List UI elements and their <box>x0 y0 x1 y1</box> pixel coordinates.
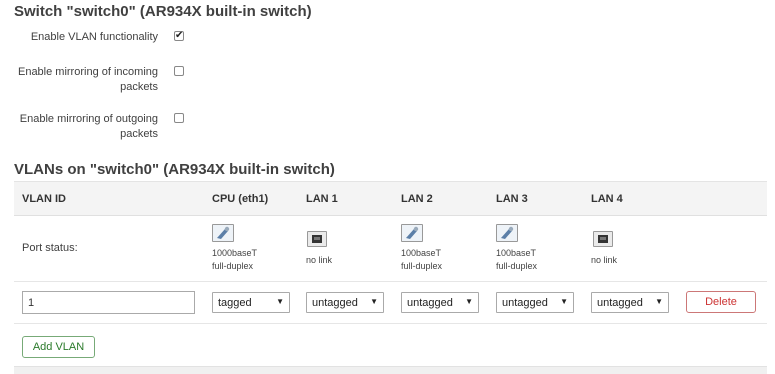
cpu-port-duplex: full-duplex <box>212 261 254 271</box>
header-cpu: CPU (eth1) <box>212 193 269 205</box>
header-vlan-id: VLAN ID <box>22 193 66 205</box>
lan3-port-speed: 100baseT <box>496 248 537 258</box>
lan1-vlan-select-value: untagged <box>312 297 358 309</box>
cpu-port-speed: 1000baseT <box>212 248 258 258</box>
lan4-vlan-select[interactable]: untagged ▼ <box>591 292 669 313</box>
chevron-down-icon: ▼ <box>276 297 284 306</box>
mirror-outgoing-checkbox[interactable] <box>174 113 184 123</box>
chevron-down-icon: ▼ <box>655 297 663 306</box>
add-vlan-button[interactable]: Add VLAN <box>22 336 95 358</box>
vlan-table-header <box>14 181 767 216</box>
mirror-outgoing-label: Enable mirroring of outgoing packets <box>19 113 158 140</box>
port-nolink-icon <box>307 231 327 247</box>
row-divider <box>14 281 767 282</box>
lan2-vlan-select[interactable]: untagged ▼ <box>401 292 479 313</box>
chevron-down-icon: ▼ <box>370 297 378 306</box>
lan1-port-status: no link <box>306 255 333 265</box>
lan3-vlan-select-value: untagged <box>502 297 548 309</box>
port-status-label: Port status: <box>22 242 78 254</box>
lan3-vlan-select[interactable]: untagged ▼ <box>496 292 574 313</box>
lan4-vlan-select-value: untagged <box>597 297 643 309</box>
delete-vlan-button[interactable]: Delete <box>686 291 756 313</box>
lan4-port-status: no link <box>591 255 618 265</box>
header-lan3: LAN 3 <box>496 193 528 205</box>
chevron-down-icon: ▼ <box>560 297 568 306</box>
cpu-vlan-select-value: tagged <box>218 297 252 309</box>
cpu-vlan-select[interactable]: tagged ▼ <box>212 292 290 313</box>
switch-section-title: Switch "switch0" (AR934X built-in switch… <box>14 3 312 20</box>
vlans-section-title: VLANs on "switch0" (AR934X built-in swit… <box>14 161 335 178</box>
header-lan2: LAN 2 <box>401 193 433 205</box>
lan3-port-duplex: full-duplex <box>496 261 538 271</box>
enable-vlan-label: Enable VLAN functionality <box>30 31 158 43</box>
mirror-incoming-label: Enable mirroring of incoming packets <box>17 66 158 93</box>
header-lan1: LAN 1 <box>306 193 338 205</box>
port-connected-icon <box>401 224 423 242</box>
lan2-port-duplex: full-duplex <box>401 261 443 271</box>
lan2-port-speed: 100baseT <box>401 248 442 258</box>
vlan-id-input[interactable]: 1 <box>22 291 195 314</box>
lan2-vlan-select-value: untagged <box>407 297 453 309</box>
chevron-down-icon: ▼ <box>465 297 473 306</box>
port-connected-icon <box>496 224 518 242</box>
row-divider <box>14 323 767 324</box>
lan1-vlan-select[interactable]: untagged ▼ <box>306 292 384 313</box>
header-lan4: LAN 4 <box>591 193 623 205</box>
enable-vlan-checkbox[interactable]: ✔ <box>174 31 184 41</box>
mirror-incoming-checkbox[interactable] <box>174 66 184 76</box>
port-connected-icon <box>212 224 234 242</box>
port-nolink-icon <box>593 231 613 247</box>
